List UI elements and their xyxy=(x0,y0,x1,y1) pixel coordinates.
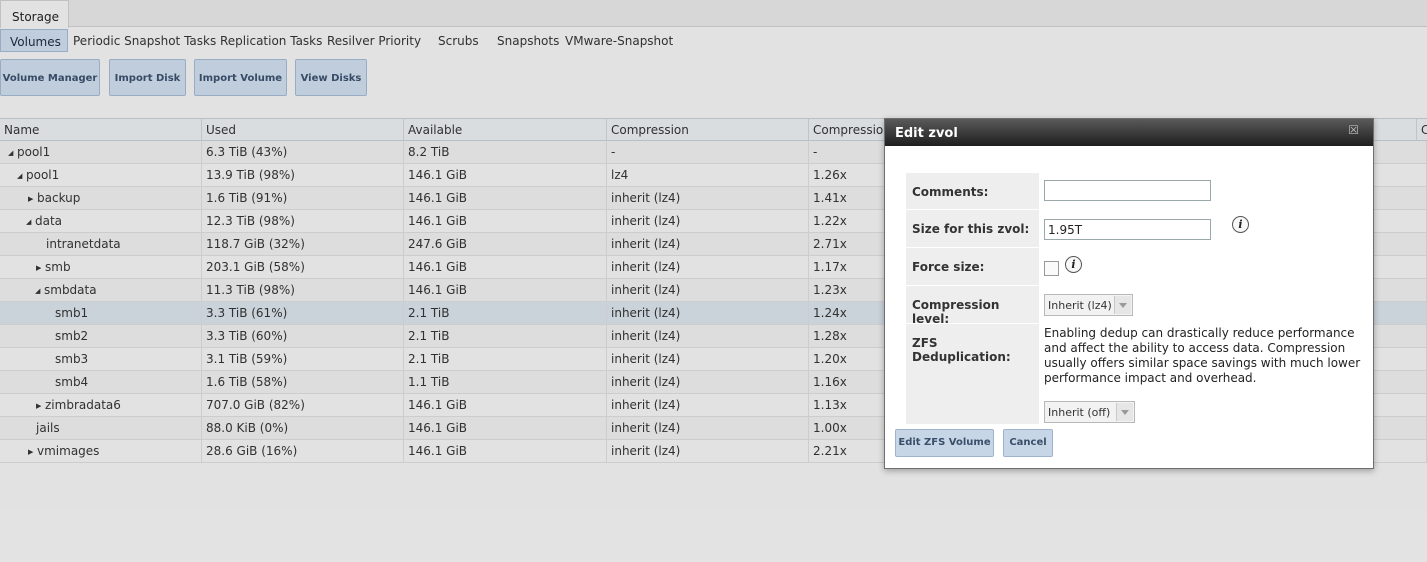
dialog-title: Edit zvol xyxy=(895,126,958,141)
compression-level-value: Inherit (lz4) xyxy=(1048,299,1112,312)
dedup-select[interactable]: Inherit (off) xyxy=(1044,401,1135,423)
chevron-down-icon[interactable] xyxy=(1114,296,1131,314)
cancel-button[interactable]: Cancel xyxy=(1003,429,1053,457)
force-size-checkbox[interactable] xyxy=(1044,261,1059,276)
compression-level-select[interactable]: Inherit (lz4) xyxy=(1044,294,1133,316)
info-icon[interactable]: i xyxy=(1232,216,1249,233)
dedup-help-text: Enabling dedup can drastically reduce pe… xyxy=(1044,326,1361,385)
comments-label: Comments: xyxy=(906,173,1039,209)
edit-zfs-volume-button[interactable]: Edit ZFS Volume xyxy=(895,429,994,457)
size-label: Size for this zvol: xyxy=(906,210,1039,247)
force-size-label: Force size: xyxy=(906,248,1039,285)
size-field[interactable]: 1.95T xyxy=(1044,219,1211,240)
comments-field[interactable] xyxy=(1044,180,1211,201)
dedup-value: Inherit (off) xyxy=(1048,406,1111,419)
close-icon[interactable]: ☒ xyxy=(1348,123,1359,137)
edit-zvol-dialog: Edit zvol ☒ Comments: Size for this zvol… xyxy=(884,118,1374,469)
chevron-down-icon[interactable] xyxy=(1116,403,1133,421)
info-icon[interactable]: i xyxy=(1065,256,1082,273)
zfs-deduplication-label: ZFS Deduplication: xyxy=(906,324,1039,424)
compression-level-label: Compression level: xyxy=(906,286,1039,326)
dialog-title-bar: Edit zvol ☒ xyxy=(885,119,1373,146)
